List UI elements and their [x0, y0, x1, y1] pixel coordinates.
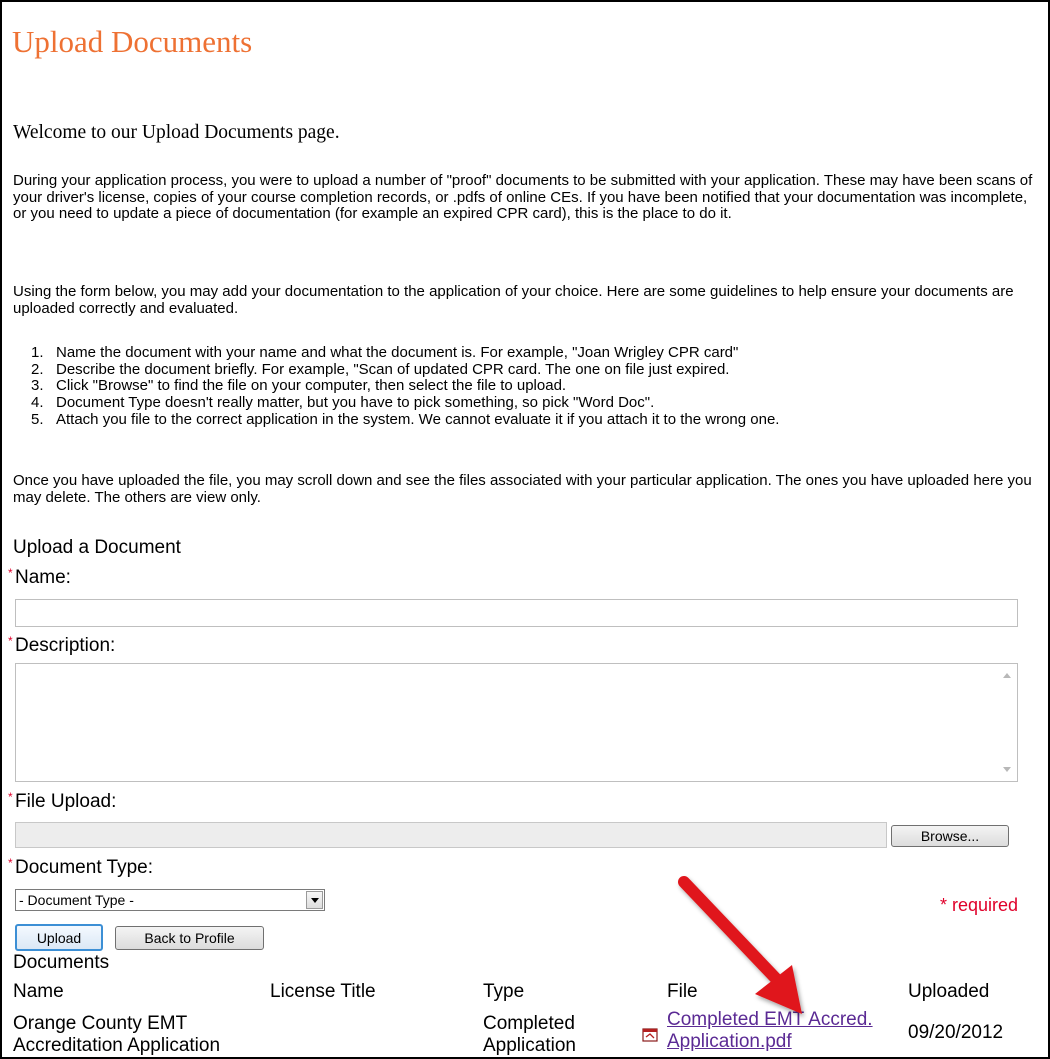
chevron-down-icon[interactable]: [306, 891, 323, 909]
outro-paragraph: Once you have uploaded the file, you may…: [13, 472, 1032, 506]
document-name-cell: Orange County EMT Accreditation Applicat…: [13, 1013, 221, 1056]
red-arrow-icon: [678, 876, 802, 1014]
guideline-number: 2.: [31, 360, 44, 378]
guideline-text: Name the document with your name and wha…: [56, 344, 739, 361]
column-header-type: Type: [483, 981, 525, 1002]
documents-heading: Documents: [13, 952, 110, 973]
guideline-item: 2. Describe the document briefly. For exa…: [31, 360, 1031, 379]
document-type-cell: Completed Application: [483, 1013, 576, 1056]
scroll-up-icon[interactable]: [1003, 673, 1011, 678]
guideline-item: 4. Document Type doesn't really matter, b…: [31, 394, 1031, 412]
document-file-link[interactable]: Completed EMT Accred. Application.pdf: [667, 1009, 873, 1052]
column-header-name: Name: [13, 981, 64, 1002]
document-type-value: - Document Type -: [19, 892, 134, 908]
document-type-label-text: Document Type:: [15, 857, 154, 878]
file-path-field[interactable]: [15, 822, 887, 848]
required-note: * required: [940, 895, 1019, 915]
upload-button[interactable]: Upload: [15, 924, 103, 951]
description-label: * Description:: [8, 634, 116, 657]
description-label-text: Description:: [15, 635, 116, 656]
guideline-item: 5. Attach you file to the correct applica…: [31, 410, 1031, 429]
document-file-cell: Completed EMT Accred. Application.pdf: [667, 1009, 912, 1053]
description-scrollbar[interactable]: [998, 665, 1016, 780]
file-upload-label: * File Upload:: [8, 790, 117, 813]
file-upload-label-text: File Upload:: [15, 791, 117, 812]
required-marker: *: [8, 790, 13, 804]
guidelines-list: 1. Name the document with your name and w…: [31, 344, 1031, 429]
document-type-label: * Document Type:: [8, 856, 154, 879]
column-header-uploaded: Uploaded: [908, 981, 990, 1002]
scroll-down-icon[interactable]: [1003, 767, 1011, 772]
back-to-profile-button[interactable]: Back to Profile: [115, 926, 264, 950]
guideline-text: Click "Browse" to find the file on your …: [56, 377, 567, 395]
guideline-number: 3.: [31, 377, 44, 395]
guideline-number: 4.: [31, 394, 44, 412]
guideline-number: 1.: [31, 344, 44, 361]
browse-button[interactable]: Browse...: [891, 825, 1009, 847]
pdf-file-icon: [642, 1028, 658, 1042]
guideline-text: Document Type doesn't really matter, but…: [56, 394, 655, 412]
description-textarea[interactable]: [15, 663, 1018, 782]
column-header-file: File: [667, 981, 698, 1002]
guidelines-intro: Using the form below, you may add your d…: [13, 283, 1014, 317]
document-type-select[interactable]: - Document Type -: [15, 889, 325, 911]
column-header-license-title: License Title: [270, 981, 376, 1002]
required-marker: *: [8, 634, 13, 648]
guideline-item: 1. Name the document with your name and w…: [31, 344, 1031, 362]
required-marker: *: [8, 856, 13, 870]
guideline-item: 3. Click "Browse" to find the file on you…: [31, 378, 1031, 395]
page-frame: Upload Documents Welcome to our Upload D…: [0, 0, 1050, 1059]
guideline-text: Attach you file to the correct applicati…: [56, 410, 780, 428]
guideline-number: 5.: [31, 410, 44, 428]
welcome-heading: Welcome to our Upload Documents page.: [13, 122, 340, 143]
document-uploaded-cell: 09/20/2012: [908, 1022, 1004, 1043]
name-label-text: Name:: [15, 567, 71, 588]
page-title: Upload Documents: [12, 24, 253, 59]
guideline-text: Describe the document briefly. For examp…: [56, 360, 730, 378]
name-label: * Name:: [8, 566, 71, 589]
intro-paragraph: During your application process, you wer…: [13, 172, 1033, 223]
required-marker: *: [8, 566, 13, 580]
upload-form-heading: Upload a Document: [13, 537, 181, 558]
name-input[interactable]: [15, 599, 1018, 627]
